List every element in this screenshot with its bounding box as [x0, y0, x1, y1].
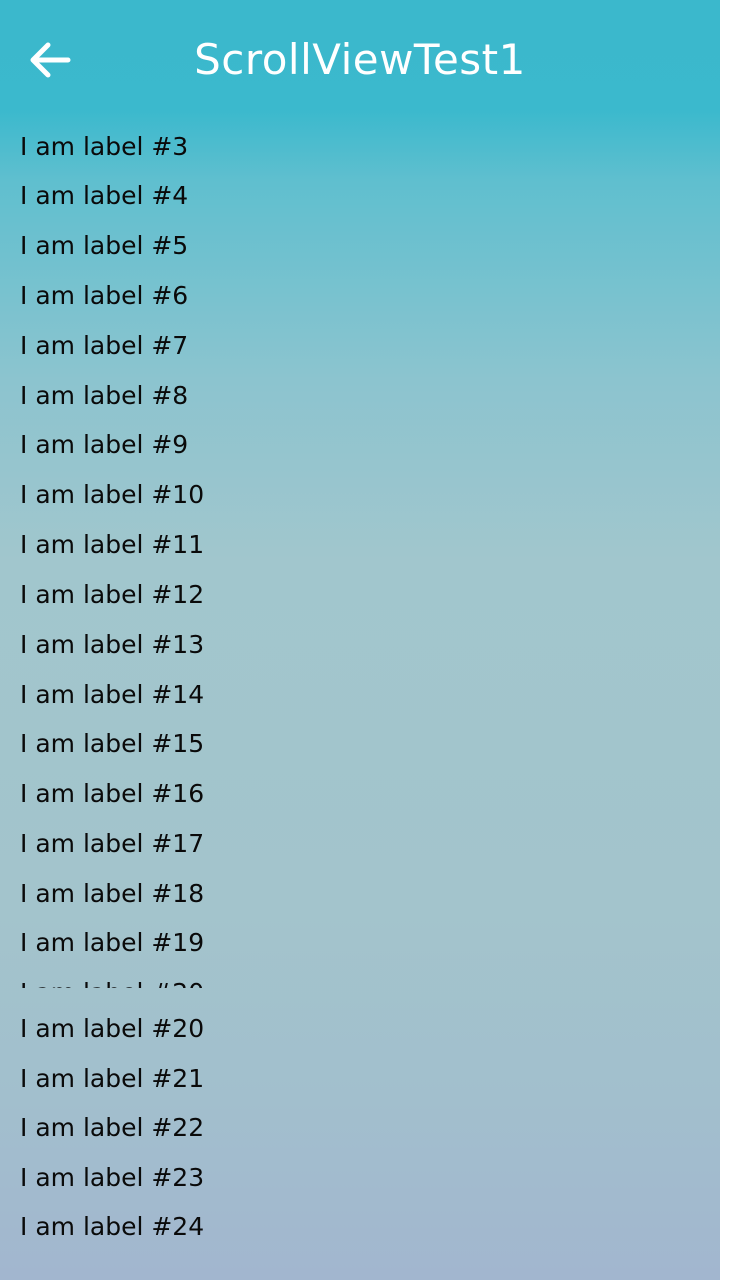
page-title: ScrollViewTest1: [194, 35, 526, 84]
list-item: I am label #10: [20, 480, 205, 509]
list-item: I am label #17: [20, 829, 205, 858]
list-item: I am label #20: [20, 1014, 205, 1043]
list-item: I am label #5: [20, 231, 189, 260]
list-item: I am label #8: [20, 381, 189, 410]
list-item: I am label #24: [20, 1212, 205, 1241]
app-screen: ScrollViewTest1 I am label #3 I am label…: [0, 0, 720, 1280]
scroll-view-top[interactable]: I am label #3 I am label #4 I am label #…: [0, 120, 720, 988]
scroll-view-bottom[interactable]: I am label #20 I am label #21 I am label…: [0, 1004, 720, 1254]
list-item: I am label #7: [20, 331, 189, 360]
list-item: I am label #23: [20, 1163, 205, 1192]
list-item: I am label #3: [20, 132, 189, 161]
list-item: I am label #20: [20, 973, 204, 988]
list-item: I am label #16: [20, 779, 205, 808]
list-item: I am label #14: [20, 680, 205, 709]
list-item: I am label #12: [20, 580, 205, 609]
list-item: I am label #9: [20, 430, 189, 459]
header-bar: ScrollViewTest1: [0, 0, 720, 120]
list-item: I am label #19: [20, 928, 205, 957]
list-item: I am label #13: [20, 630, 205, 659]
list-item: I am label #21: [20, 1064, 205, 1093]
list-item: I am label #15: [20, 729, 205, 758]
list-item: I am label #4: [20, 181, 189, 210]
list-item: I am label #18: [20, 879, 205, 908]
list-item: I am label #6: [20, 281, 189, 310]
list-item: I am label #11: [20, 530, 205, 559]
list-item: I am label #22: [20, 1113, 205, 1142]
